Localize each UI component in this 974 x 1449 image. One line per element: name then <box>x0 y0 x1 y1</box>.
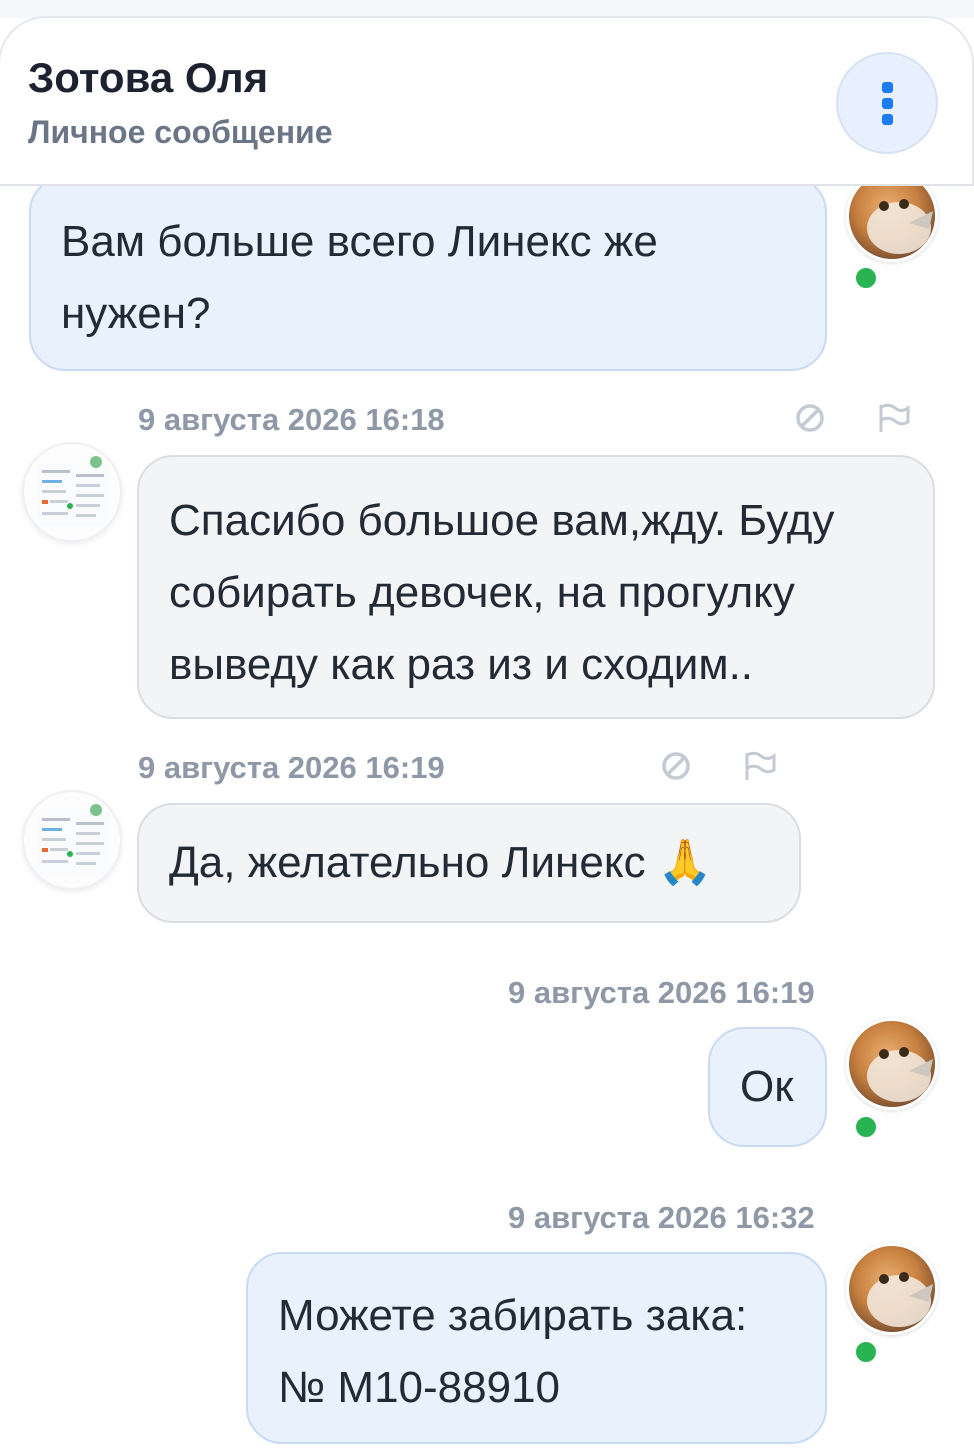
online-status-dot <box>853 265 879 291</box>
online-status-dot <box>853 1114 879 1140</box>
kebab-menu-icon <box>881 81 893 93</box>
flag-icon[interactable] <box>743 750 777 782</box>
message-bubble-outgoing[interactable]: Можете забирать зака: № М10-88910 <box>246 1252 827 1444</box>
message-text: Можете забирать зака: № М10-88910 <box>278 1291 748 1412</box>
block-icon[interactable] <box>795 403 825 433</box>
online-status-dot <box>853 1339 879 1365</box>
message-bubble-outgoing[interactable]: Ок <box>708 1027 827 1147</box>
message-bubble-incoming[interactable]: Спасибо большое вам,жду. Буду собирать д… <box>137 455 935 719</box>
more-options-button[interactable] <box>836 52 938 154</box>
message-bubble-incoming[interactable]: Да, желательно Линекс 🙏 <box>137 803 801 923</box>
conversation-type: Личное сообщение <box>28 114 333 150</box>
message-bubble-outgoing[interactable]: Вам больше всего Линекс же нужен? <box>29 176 827 371</box>
message-timestamp: 9 августа 2026 16:32 <box>508 1200 815 1235</box>
message-timestamp: 9 августа 2026 16:18 <box>138 402 445 437</box>
contact-name[interactable]: Зотова Оля <box>28 54 268 102</box>
my-avatar[interactable] <box>846 1018 938 1110</box>
contact-avatar[interactable] <box>22 790 122 890</box>
message-timestamp: 9 августа 2026 16:19 <box>138 750 445 785</box>
chat-header: Зотова Оля Личное сообщение <box>0 16 974 186</box>
my-avatar[interactable] <box>846 1243 938 1335</box>
message-text: Ок <box>740 1062 794 1111</box>
message-text: Да, желательно Линекс 🙏 <box>169 838 713 887</box>
contact-avatar[interactable] <box>22 442 122 542</box>
block-icon[interactable] <box>661 751 691 781</box>
message-text: Спасибо большое вам,жду. Буду собирать д… <box>169 496 835 689</box>
message-timestamp: 9 августа 2026 16:19 <box>508 975 815 1010</box>
message-text: Вам больше всего Линекс же нужен? <box>61 217 658 338</box>
flag-icon[interactable] <box>877 402 911 434</box>
